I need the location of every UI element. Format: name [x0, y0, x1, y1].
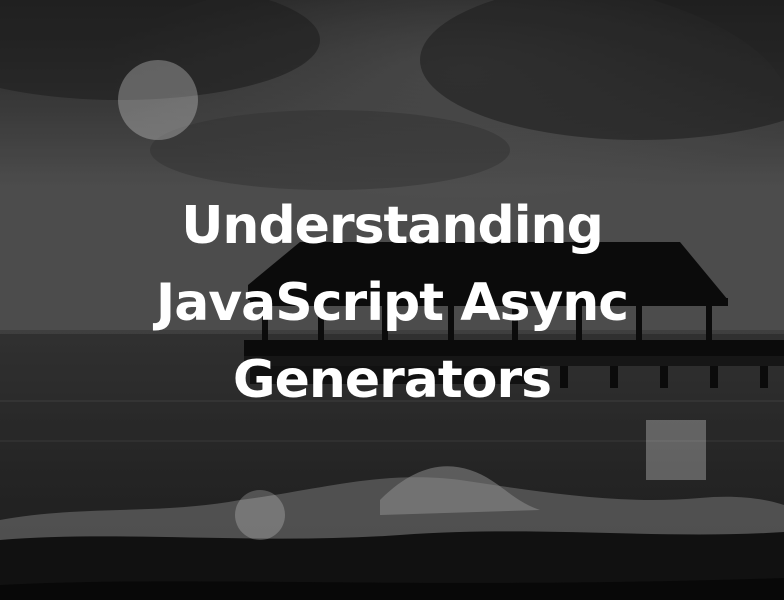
decorative-square — [646, 420, 706, 480]
title-line: Understanding — [181, 196, 604, 256]
decorative-circle — [235, 490, 285, 540]
hero-banner: Understanding JavaScript Async Generator… — [0, 0, 784, 600]
title-line: JavaScript Async — [155, 273, 629, 333]
title-line: Generators — [232, 350, 552, 410]
article-title: Understanding JavaScript Async Generator… — [40, 188, 744, 419]
decorative-circle — [118, 60, 198, 140]
